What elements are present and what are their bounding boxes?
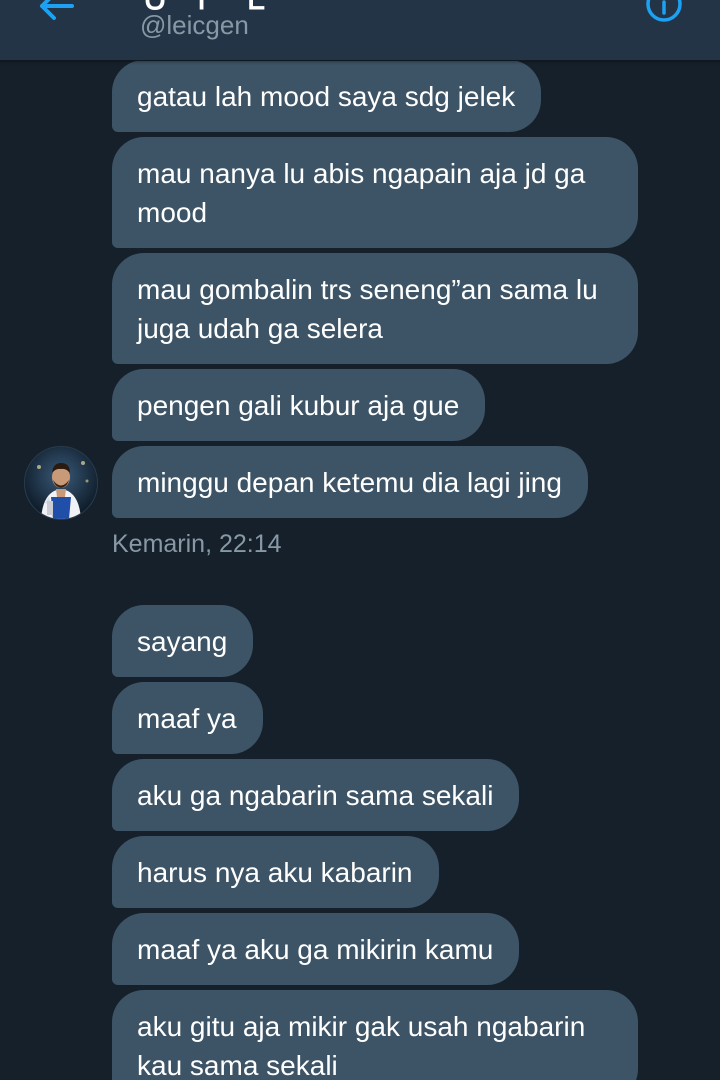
info-button[interactable] (644, 0, 684, 24)
message-bubble[interactable]: mau gombalin trs seneng”an sama lu juga … (112, 253, 638, 364)
message-timestamp: Kemarin, 22:14 (112, 530, 282, 558)
conversation-handle: @leicgen (140, 10, 249, 40)
avatar[interactable] (24, 446, 98, 520)
message-bubble[interactable]: gatau lah mood saya sdg jelek (112, 60, 542, 132)
message-bubble[interactable]: maaf ya aku ga mikirin kamu (112, 913, 520, 985)
message-text: maaf ya (137, 703, 237, 734)
message-text: mau nanya lu abis ngapain aja jd ga mood (137, 158, 586, 228)
message-text: harus nya aku kabarin (137, 857, 413, 888)
arrow-left-icon (40, 0, 74, 20)
message-text: minggu depan ketemu dia lagi jing (137, 467, 562, 498)
message-bubble[interactable]: minggu depan ketemu dia lagi jing (112, 446, 588, 518)
info-circle-icon (646, 0, 682, 22)
message-bubble[interactable]: maaf ya (112, 682, 263, 754)
avatar-photo-icon (25, 447, 97, 519)
dm-conversation-screen: gatau lah mood saya sdg jelek mau nanya … (0, 0, 720, 1080)
message-bubble[interactable]: harus nya aku kabarin (112, 836, 439, 908)
message-thread[interactable]: gatau lah mood saya sdg jelek mau nanya … (0, 0, 720, 1080)
message-text: maaf ya aku ga mikirin kamu (137, 934, 494, 965)
message-text: aku gitu aja mikir gak usah ngabarin kau… (137, 1011, 586, 1080)
message-text: gatau lah mood saya sdg jelek (137, 81, 516, 112)
message-bubble[interactable]: mau nanya lu abis ngapain aja jd ga mood (112, 137, 638, 248)
conversation-header: Ｕ ｒ Ｌ @leicgen (0, 0, 720, 61)
message-bubble[interactable]: aku gitu aja mikir gak usah ngabarin kau… (112, 990, 638, 1080)
message-text: pengen gali kubur aja gue (137, 390, 460, 421)
message-bubble[interactable]: sayang (112, 605, 254, 677)
message-bubble[interactable]: aku ga ngabarin sama sekali (112, 759, 520, 831)
message-text: mau gombalin trs seneng”an sama lu juga … (137, 274, 598, 344)
message-bubble[interactable]: pengen gali kubur aja gue (112, 369, 486, 441)
message-text: sayang (137, 626, 228, 657)
back-button[interactable] (36, 0, 76, 26)
message-text: aku ga ngabarin sama sekali (137, 780, 494, 811)
